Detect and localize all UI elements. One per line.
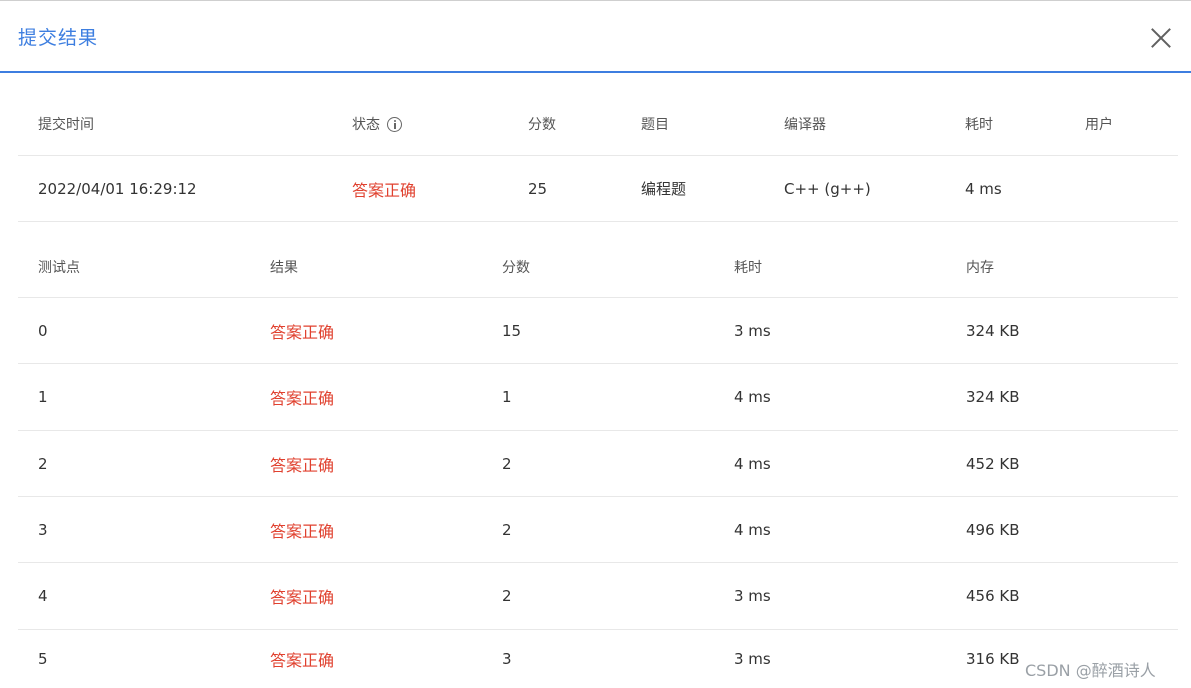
testcase-score: 2 [502, 454, 512, 473]
testcase-result: 答案正确 [270, 322, 335, 342]
compiler: C++ (g++) [784, 179, 871, 198]
dialog-header: 提交结果 [0, 1, 1191, 73]
dialog-title: 提交结果 [18, 27, 99, 49]
col-testcase: 测试点 [38, 259, 80, 276]
testcase-id: 1 [38, 388, 48, 406]
testcase-time: 3 ms [734, 321, 771, 340]
col-status: 状态 [352, 93, 402, 155]
testcase-score: 2 [502, 520, 512, 539]
testcase-time: 4 ms [734, 454, 771, 473]
problem-link[interactable]: 编程题 [641, 156, 686, 221]
col-time: 耗时 [965, 117, 993, 133]
testcase-time: 4 ms [734, 388, 771, 406]
watermark: CSDN @醉酒诗人 [1025, 661, 1156, 680]
status-text: 答案正确 [352, 180, 417, 200]
testcase-score: 1 [502, 388, 512, 406]
col-submit-time: 提交时间 [38, 117, 94, 133]
testcase-id: 0 [38, 321, 48, 340]
table-row: 3 答案正确 2 4 ms 496 KB [18, 497, 1178, 563]
testcase-time: 3 ms [734, 650, 771, 668]
col-memory: 内存 [966, 259, 994, 276]
submit-time: 2022/04/01 16:29:12 [38, 179, 197, 198]
testcase-id: 2 [38, 454, 48, 473]
testcase-result: 答案正确 [270, 455, 335, 475]
testcase-memory: 324 KB [966, 321, 1020, 340]
testcase-memory: 496 KB [966, 520, 1020, 539]
time-used: 4 ms [965, 179, 1002, 198]
testcase-time: 4 ms [734, 520, 771, 539]
table-row: 2 答案正确 2 4 ms 452 KB [18, 431, 1178, 497]
testcase-result: 答案正确 [270, 651, 335, 670]
testcase-time: 3 ms [734, 587, 771, 605]
col-score: 分数 [502, 259, 530, 276]
summary-header-row: 提交时间 状态 分数 题目 编译器 耗时 用户 [18, 93, 1178, 156]
col-score: 分数 [528, 117, 556, 133]
col-problem: 题目 [641, 117, 669, 133]
col-result: 结果 [270, 259, 298, 276]
testcase-header-row: 测试点 结果 分数 耗时 内存 [18, 236, 1178, 298]
testcase-result: 答案正确 [270, 521, 335, 541]
testcase-memory: 316 KB [966, 650, 1020, 668]
testcase-id: 3 [38, 520, 48, 539]
testcase-id: 4 [38, 587, 48, 605]
col-compiler: 编译器 [784, 117, 826, 133]
col-time: 耗时 [734, 259, 762, 276]
testcase-memory: 456 KB [966, 587, 1020, 605]
col-user: 用户 [1085, 117, 1113, 133]
table-row: 4 答案正确 2 3 ms 456 KB [18, 563, 1178, 630]
table-row: 0 答案正确 15 3 ms 324 KB [18, 298, 1178, 364]
close-icon[interactable] [1148, 25, 1174, 51]
testcase-id: 5 [38, 650, 48, 668]
testcase-score: 3 [502, 650, 512, 668]
table-row: 5 答案正确 3 3 ms 316 KB [18, 630, 1178, 688]
testcase-memory: 324 KB [966, 388, 1020, 406]
testcase-memory: 452 KB [966, 454, 1020, 473]
col-status-label: 状态 [352, 117, 380, 133]
testcase-result: 答案正确 [270, 588, 335, 607]
info-icon[interactable] [387, 116, 402, 132]
testcase-result: 答案正确 [270, 389, 335, 408]
testcase-score: 15 [502, 321, 522, 340]
summary-row: 2022/04/01 16:29:12 答案正确 25 编程题 C++ (g++… [18, 156, 1178, 222]
testcase-score: 2 [502, 587, 512, 605]
submission-result-dialog: 提交结果 提交时间 状态 分数 题目 编译器 耗时 用户 2022/04/01 … [0, 0, 1191, 687]
table-row: 1 答案正确 1 4 ms 324 KB [18, 364, 1178, 431]
score: 25 [528, 179, 548, 198]
